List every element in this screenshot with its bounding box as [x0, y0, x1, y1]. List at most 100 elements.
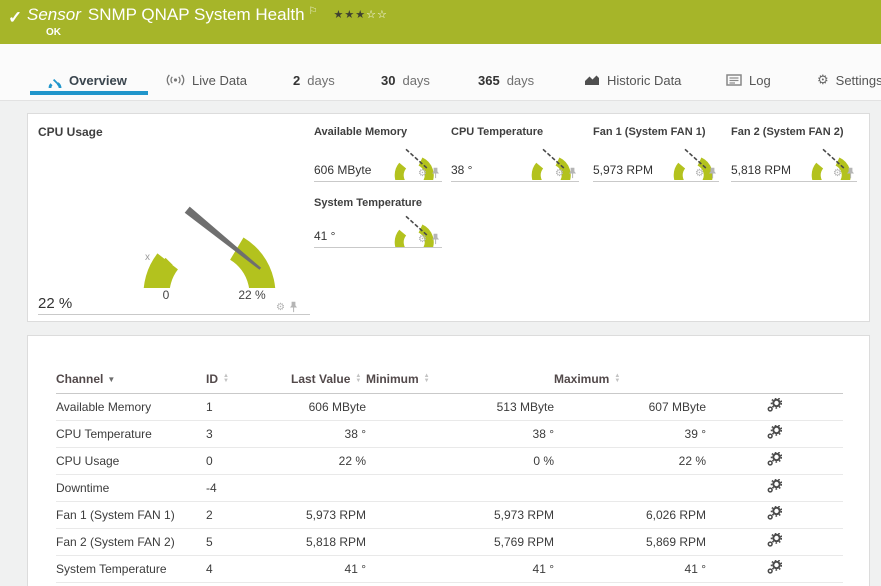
column-header-channel[interactable]: Channel ▼ [56, 366, 206, 394]
gear-icon[interactable]: ⚙ [555, 168, 564, 179]
gear-icon[interactable]: ⚙ [418, 234, 427, 245]
channel-settings-icon[interactable] [767, 397, 783, 415]
table-row: CPU Temperature 3 38 ° 38 ° 39 ° [56, 420, 843, 448]
channel-name: CPU Temperature [56, 420, 206, 448]
gauge-icon [48, 78, 62, 88]
channel-settings-icon[interactable] [767, 559, 783, 577]
tile-actions: ⚙ [418, 167, 440, 179]
channel-id: 4 [206, 555, 291, 583]
tab-log[interactable]: Log [726, 68, 771, 92]
sort-icon: ▲ ▼ [355, 373, 362, 385]
tile-actions: ⚙ [695, 167, 717, 179]
table-row: CPU Usage 0 22 % 0 % 22 % [56, 447, 843, 475]
gear-icon[interactable]: ⚙ [695, 168, 704, 179]
tab-settings[interactable]: ⚙ Settings [817, 68, 881, 92]
gear-icon[interactable]: ⚙ [418, 168, 427, 179]
channel-minimum: 5,973 RPM [366, 501, 554, 529]
table-row: System Temperature 4 41 ° 41 ° 41 ° [56, 555, 843, 583]
tile-actions: ⚙ [418, 233, 440, 245]
gauge-tile-available-memory[interactable]: Available Memory 606 MByte ⚙ [314, 124, 442, 182]
live-signal-icon [166, 74, 185, 86]
pin-icon[interactable] [289, 301, 298, 313]
main-tile-actions: ⚙ [276, 301, 298, 313]
channel-settings-icon[interactable] [767, 478, 783, 496]
table-row: Downtime -4 [56, 474, 843, 502]
main-tile-divider [38, 314, 310, 315]
channel-settings-icon[interactable] [767, 424, 783, 442]
channel-name: Downtime [56, 474, 206, 502]
tab-historic-data[interactable]: Historic Data [584, 68, 681, 92]
gauge-axis-marker: x [145, 252, 150, 263]
tab-historic-data-label: Historic Data [607, 72, 682, 88]
channel-id: 3 [206, 420, 291, 448]
column-header-settings [706, 366, 843, 394]
priority-rating[interactable]: ★★★☆☆ [334, 8, 388, 21]
prtg-sensor-page: ✓ Sensor SNMP QNAP System Health ⚐ ★★★☆☆… [0, 0, 881, 586]
tab-live-data-label: Live Data [192, 72, 247, 88]
gauge-scale-min: 0 [162, 288, 170, 302]
tab-30-days[interactable]: 30 days [381, 68, 430, 92]
pin-icon[interactable] [708, 167, 717, 179]
channel-maximum [554, 474, 706, 502]
tab-30-days-number: 30 [381, 72, 396, 88]
pin-icon[interactable] [431, 233, 440, 245]
area-chart-icon [585, 75, 599, 85]
tab-settings-label: Settings [835, 72, 881, 88]
gauge-tile-cpu-temperature[interactable]: CPU Temperature 38 ° ⚙ [451, 124, 579, 182]
tab-overview-label: Overview [69, 72, 127, 88]
channel-maximum: 39 ° [554, 420, 706, 448]
stars-empty[interactable]: ☆☆ [366, 9, 388, 21]
channel-settings-icon[interactable] [767, 532, 783, 550]
gauge-tile-value: 5,818 RPM [731, 163, 792, 177]
gauge-tile-fan-2[interactable]: Fan 2 (System FAN 2) 5,818 RPM ⚙ [731, 124, 857, 182]
active-tab-underline [30, 91, 148, 95]
sensor-title: SNMP QNAP System Health [87, 5, 305, 24]
tab-365-days[interactable]: 365 days [478, 68, 534, 92]
column-header-maximum[interactable]: Maximum ▲ ▼ [554, 366, 706, 394]
cpu-usage-gauge[interactable] [110, 148, 280, 288]
gear-icon[interactable]: ⚙ [276, 302, 285, 313]
channel-name: Fan 1 (System FAN 1) [56, 501, 206, 529]
tab-overview[interactable]: Overview [46, 68, 127, 92]
channels-panel: Channel ▼ ID ▲ ▼ Last Value ▲ ▼ Minimum ▲ ▼ Max… [27, 335, 870, 586]
channel-maximum: 22 % [554, 447, 706, 475]
column-header-last-value[interactable]: Last Value ▲ ▼ [291, 366, 366, 394]
gauge-tile-value: 38 ° [451, 163, 473, 177]
tab-bar: Overview Live Data 2 days 30 days 365 da… [0, 44, 881, 101]
channel-id: 0 [206, 447, 291, 475]
sort-icon: ▲ ▼ [614, 373, 621, 385]
column-header-id[interactable]: ID ▲ ▼ [206, 366, 291, 394]
stars-filled[interactable]: ★★★ [334, 9, 367, 21]
channel-id: 5 [206, 528, 291, 556]
tab-2-days[interactable]: 2 days [293, 68, 335, 92]
table-header-row: Channel ▼ ID ▲ ▼ Last Value ▲ ▼ Minimum ▲ ▼ Max… [56, 366, 843, 394]
channel-settings-icon[interactable] [767, 451, 783, 469]
log-list-icon [726, 74, 742, 86]
channel-settings-icon[interactable] [767, 505, 783, 523]
channel-last-value: 5,818 RPM [291, 528, 366, 556]
tile-actions: ⚙ [833, 167, 855, 179]
channel-last-value: 606 MByte [291, 393, 366, 421]
tab-live-data[interactable]: Live Data [166, 68, 247, 92]
channel-maximum: 607 MByte [554, 393, 706, 421]
channel-last-value: 22 % [291, 447, 366, 475]
flag-icon[interactable]: ⚐ [309, 6, 318, 17]
pin-icon[interactable] [568, 167, 577, 179]
column-label: Channel [56, 372, 104, 387]
pin-icon[interactable] [846, 167, 855, 179]
channel-id: 1 [206, 393, 291, 421]
gauge-scale-max: 22 % [238, 288, 266, 302]
channel-id: 2 [206, 501, 291, 529]
column-label: Minimum [366, 372, 419, 387]
tab-2-days-word: days [307, 72, 335, 88]
gauge-tile-fan-1[interactable]: Fan 1 (System FAN 1) 5,973 RPM ⚙ [593, 124, 719, 182]
gear-icon[interactable]: ⚙ [833, 168, 842, 179]
channel-name: Available Memory [56, 393, 206, 421]
column-header-minimum[interactable]: Minimum ▲ ▼ [366, 366, 554, 394]
gauge-tile-system-temperature[interactable]: System Temperature 41 ° ⚙ [314, 195, 442, 248]
tab-30-days-word: days [402, 72, 430, 88]
channel-id: -4 [206, 474, 291, 502]
channel-name: Fan 2 (System FAN 2) [56, 528, 206, 556]
channel-last-value: 41 ° [291, 555, 366, 583]
pin-icon[interactable] [431, 167, 440, 179]
